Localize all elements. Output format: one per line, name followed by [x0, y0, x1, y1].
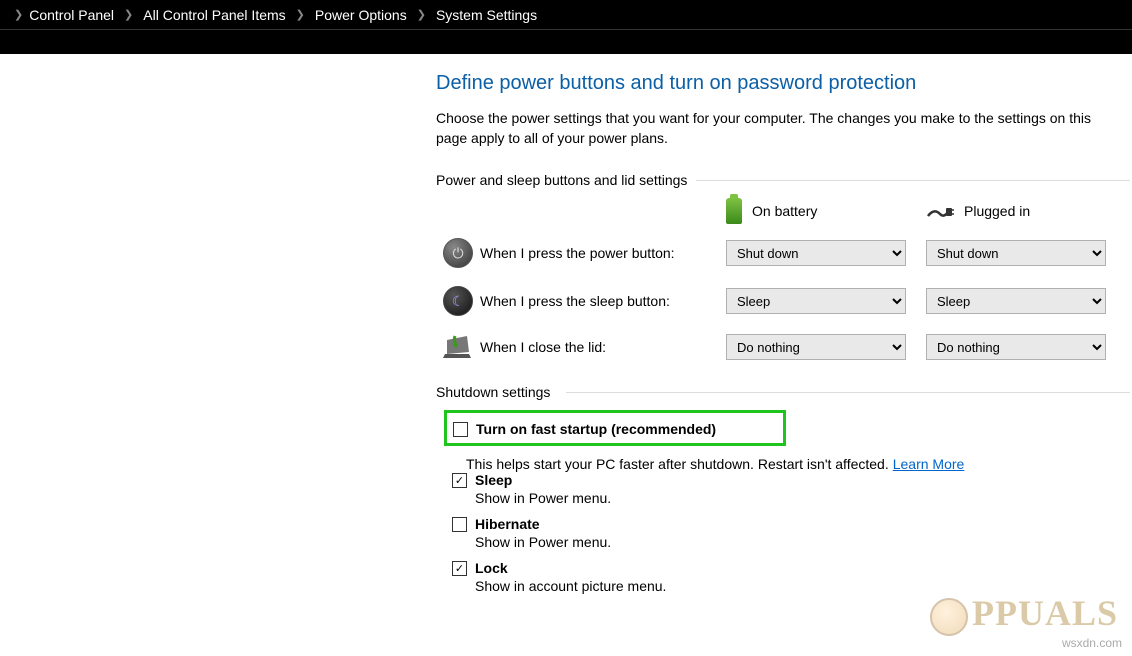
- desc-sleep: Show in Power menu.: [475, 490, 1130, 506]
- shutdown-item-lock: Lock Show in account picture menu.: [452, 560, 1130, 594]
- intro-text: Choose the power settings that you want …: [436, 109, 1126, 148]
- desc-hibernate: Show in Power menu.: [475, 534, 1130, 550]
- breadcrumb-all-items[interactable]: All Control Panel Items: [143, 7, 285, 23]
- section-shutdown-header: Shutdown settings: [436, 384, 1130, 400]
- power-button-icon: ⏻: [443, 238, 473, 268]
- ribbon-area: [0, 30, 1132, 54]
- appuals-watermark-logo: PPUALS: [930, 592, 1118, 636]
- checkbox-lock[interactable]: [452, 561, 467, 576]
- desc-lock: Show in account picture menu.: [475, 578, 1130, 594]
- battery-icon: [726, 198, 742, 224]
- breadcrumb-power-options[interactable]: Power Options: [315, 7, 407, 23]
- section-power-buttons-header: Power and sleep buttons and lid settings: [436, 172, 1130, 188]
- checkbox-fast-startup[interactable]: [453, 422, 468, 437]
- page-title: Define power buttons and turn on passwor…: [436, 72, 1130, 95]
- checkbox-hibernate[interactable]: [452, 517, 467, 532]
- columns-header: On battery Plugged in: [436, 198, 1130, 224]
- col-plugged-in: Plugged in: [926, 198, 1126, 224]
- label-lock: Lock: [475, 560, 508, 576]
- shutdown-item-hibernate: Hibernate Show in Power menu.: [452, 516, 1130, 550]
- select-power-battery[interactable]: Shut down: [726, 240, 906, 266]
- fast-startup-highlight: Turn on fast startup (recommended): [444, 410, 786, 446]
- watermark-text: wsxdn.com: [1062, 636, 1122, 650]
- plug-icon: [926, 204, 954, 218]
- row-power-button: ⏻ When I press the power button: Shut do…: [436, 238, 1130, 268]
- appuals-face-icon: [930, 598, 968, 636]
- row-sleep-label: When I press the sleep button:: [480, 293, 726, 309]
- row-sleep-button: ☾ When I press the sleep button: Sleep S…: [436, 286, 1130, 316]
- shutdown-item-sleep: Sleep Show in Power menu.: [452, 472, 1130, 506]
- col-plugged-label: Plugged in: [964, 203, 1030, 219]
- col-battery-label: On battery: [752, 203, 817, 219]
- breadcrumb-control-panel[interactable]: Control Panel: [29, 7, 114, 23]
- titlebar: ❯ Control Panel ❯ All Control Panel Item…: [0, 0, 1132, 30]
- select-lid-plugged[interactable]: Do nothing: [926, 334, 1106, 360]
- fast-startup-desc1: This helps start your PC faster after sh…: [466, 456, 754, 472]
- chevron-icon: ❯: [14, 8, 23, 21]
- label-hibernate: Hibernate: [475, 516, 540, 532]
- checkbox-sleep[interactable]: [452, 473, 467, 488]
- select-power-plugged[interactable]: Shut down: [926, 240, 1106, 266]
- select-lid-battery[interactable]: Do nothing: [726, 334, 906, 360]
- row-power-label: When I press the power button:: [480, 245, 726, 261]
- breadcrumb: Control Panel ❯ All Control Panel Items …: [29, 7, 537, 23]
- laptop-lid-icon: [441, 334, 475, 360]
- col-on-battery: On battery: [726, 198, 926, 224]
- row-lid-label: When I close the lid:: [480, 339, 726, 355]
- label-sleep: Sleep: [475, 472, 512, 488]
- chevron-icon: ❯: [296, 8, 305, 21]
- row-close-lid: When I close the lid: Do nothing Do noth…: [436, 334, 1130, 360]
- fast-startup-desc2: Restart isn't affected.: [758, 456, 889, 472]
- select-sleep-battery[interactable]: Sleep: [726, 288, 906, 314]
- sleep-button-icon: ☾: [443, 286, 473, 316]
- breadcrumb-system-settings[interactable]: System Settings: [436, 7, 537, 23]
- label-fast-startup: Turn on fast startup (recommended): [476, 421, 716, 437]
- chevron-icon: ❯: [417, 8, 426, 21]
- main-content: Define power buttons and turn on passwor…: [0, 54, 1130, 594]
- select-sleep-plugged[interactable]: Sleep: [926, 288, 1106, 314]
- chevron-icon: ❯: [124, 8, 133, 21]
- link-learn-more[interactable]: Learn More: [893, 456, 965, 472]
